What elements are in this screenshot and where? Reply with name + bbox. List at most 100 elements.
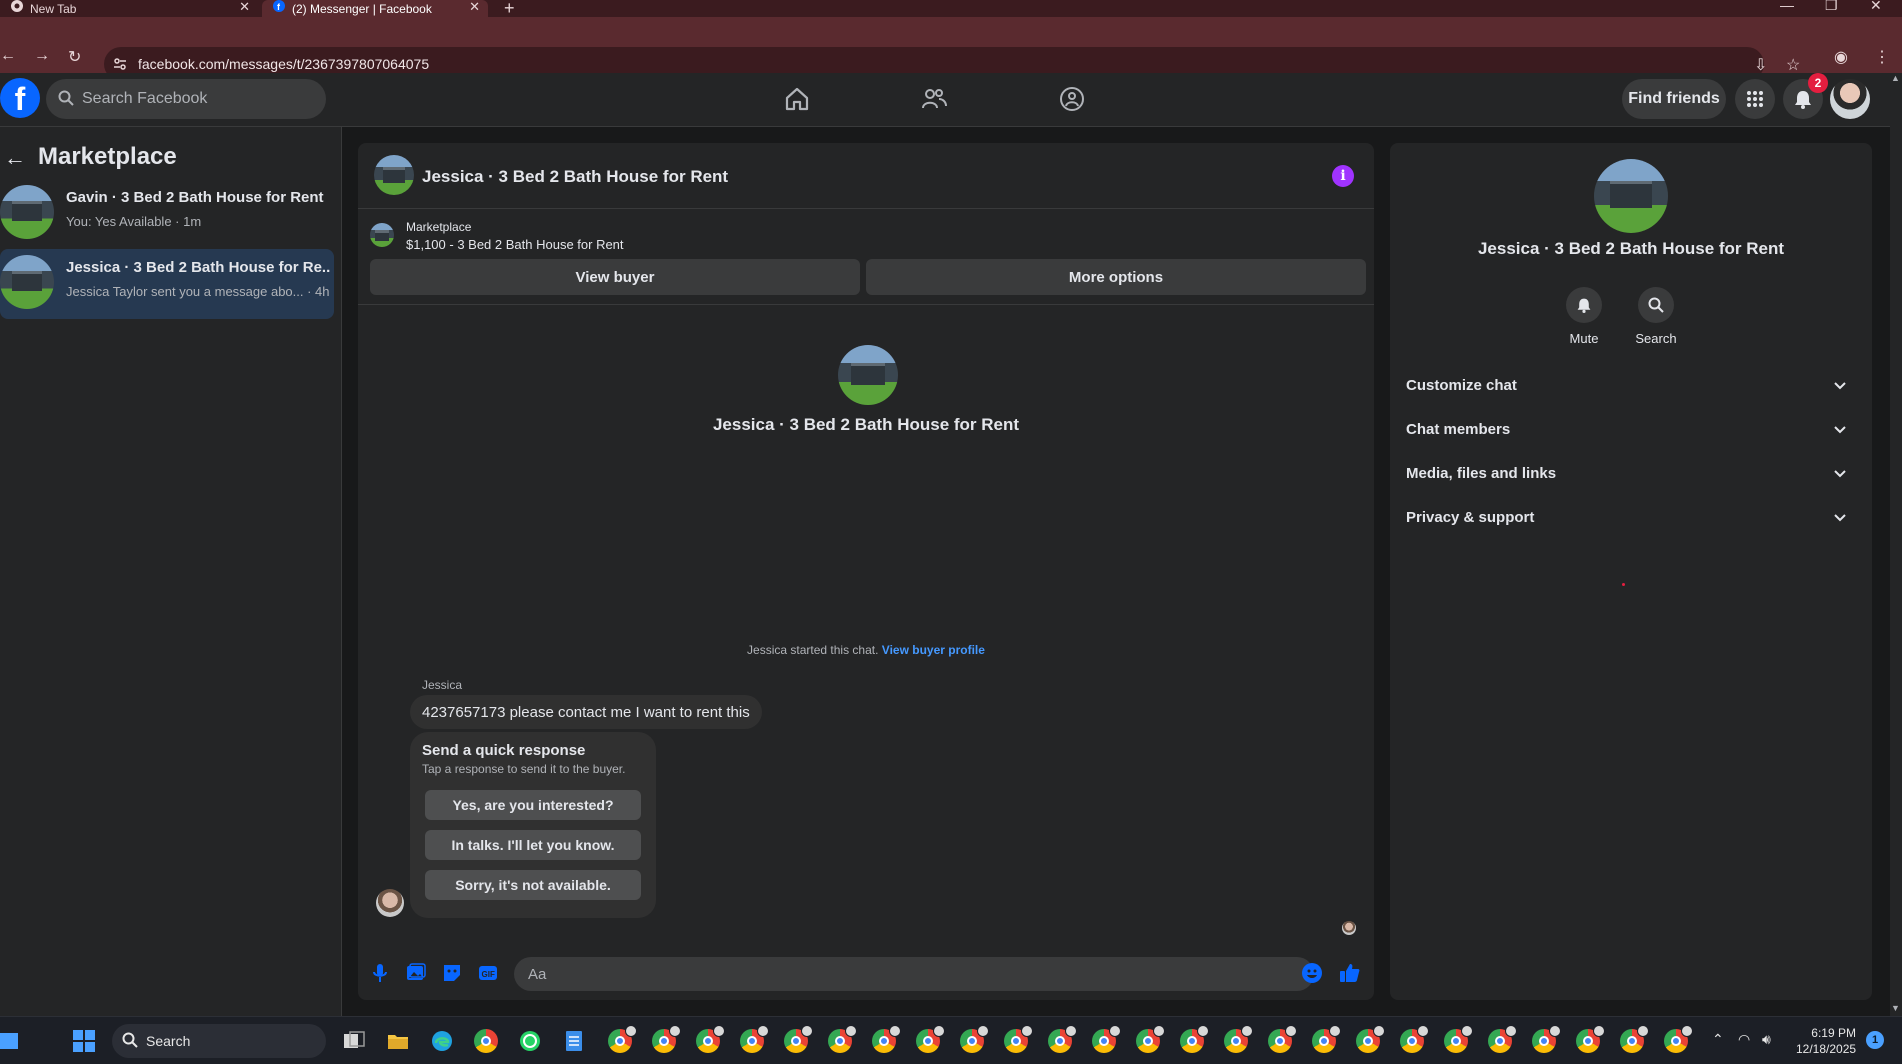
- task-view-edge-icon[interactable]: [0, 1029, 20, 1053]
- emoji-icon[interactable]: [1300, 961, 1324, 985]
- close-tab-icon[interactable]: ✕: [239, 0, 250, 15]
- thumbs-up-icon[interactable]: [1338, 961, 1362, 985]
- chat-members-section[interactable]: Chat members: [1406, 409, 1856, 449]
- wifi-icon[interactable]: ◠: [1738, 1031, 1750, 1048]
- marketplace-label: Marketplace: [406, 220, 472, 234]
- more-options-button[interactable]: More options: [866, 259, 1366, 295]
- chrome-profile-icon[interactable]: [696, 1025, 725, 1053]
- notification-center-badge[interactable]: 1: [1866, 1031, 1884, 1049]
- account-avatar[interactable]: [1830, 79, 1870, 119]
- privacy-support-section[interactable]: Privacy & support: [1406, 497, 1856, 537]
- close-tab-icon[interactable]: ✕: [469, 0, 480, 15]
- task-view-icon[interactable]: [342, 1029, 366, 1053]
- friends-icon[interactable]: [920, 85, 948, 113]
- whatsapp-icon[interactable]: [518, 1029, 542, 1053]
- browser-tab-new-tab[interactable]: New Tab ✕: [0, 0, 258, 17]
- customize-chat-section[interactable]: Customize chat: [1406, 365, 1856, 405]
- search-facebook-input[interactable]: Search Facebook: [46, 79, 326, 119]
- forward-icon[interactable]: →: [34, 47, 50, 65]
- chrome-profile-icon[interactable]: [1356, 1025, 1385, 1053]
- menu-kebab-icon[interactable]: ⋮: [1874, 47, 1890, 67]
- taskbar-search[interactable]: Search: [112, 1024, 326, 1058]
- facebook-logo-icon[interactable]: f: [0, 78, 40, 118]
- chrome-profile-icon[interactable]: [652, 1025, 681, 1053]
- chrome-taskbar-icon[interactable]: [474, 1029, 498, 1053]
- chrome-profile-icon[interactable]: [1576, 1025, 1605, 1053]
- view-buyer-button[interactable]: View buyer: [370, 259, 860, 295]
- site-info-icon[interactable]: [112, 56, 128, 72]
- started-text: Jessica started this chat.: [747, 643, 879, 657]
- home-icon[interactable]: [783, 85, 811, 113]
- minimize-icon[interactable]: —: [1780, 0, 1794, 13]
- volume-icon[interactable]: 🔊︎: [1762, 1031, 1771, 1048]
- sticker-icon[interactable]: [440, 961, 464, 985]
- chrome-profile-icon[interactable]: [1620, 1025, 1649, 1053]
- chrome-profile-icon[interactable]: [740, 1025, 769, 1053]
- chrome-profile-icon[interactable]: [1488, 1025, 1517, 1053]
- info-icon[interactable]: i: [1332, 165, 1354, 187]
- photo-icon[interactable]: [404, 961, 428, 985]
- chrome-profile-icon[interactable]: [1092, 1025, 1121, 1053]
- media-files-links-section[interactable]: Media, files and links: [1406, 453, 1856, 493]
- chrome-profile-icon[interactable]: [960, 1025, 989, 1053]
- chrome-profile-icon[interactable]: [872, 1025, 901, 1053]
- mute-button[interactable]: Mute: [1554, 287, 1614, 346]
- reload-icon[interactable]: ↻: [68, 47, 81, 67]
- quick-response-button[interactable]: Yes, are you interested?: [425, 790, 641, 820]
- chrome-profile-icon[interactable]: [1136, 1025, 1165, 1053]
- browser-tab-messenger[interactable]: f (2) Messenger | Facebook ✕: [262, 0, 488, 17]
- windows-taskbar: Search ⌃ ◠ 🔊︎ 6:19 PM 12/18/2025 1: [0, 1016, 1902, 1064]
- find-friends-button[interactable]: Find friends: [1622, 79, 1726, 119]
- chrome-profile-icon[interactable]: [1180, 1025, 1209, 1053]
- chrome-profile-icon[interactable]: [1048, 1025, 1077, 1053]
- edge-browser-icon[interactable]: [430, 1029, 454, 1053]
- chrome-profile-icon[interactable]: [916, 1025, 945, 1053]
- bookmark-star-icon[interactable]: ☆: [1786, 55, 1800, 75]
- chrome-profile-icon[interactable]: [828, 1025, 857, 1053]
- chrome-profile-icon[interactable]: [1532, 1025, 1561, 1053]
- notepad-icon[interactable]: [562, 1029, 586, 1053]
- gif-icon[interactable]: GIF: [476, 961, 500, 985]
- install-app-icon[interactable]: ⇩: [1754, 55, 1767, 75]
- show-hidden-icons-chevron-icon[interactable]: ⌃: [1712, 1031, 1724, 1048]
- scroll-down-icon[interactable]: ▼: [1891, 1003, 1900, 1013]
- chat-title[interactable]: Jessica · 3 Bed 2 Bath House for Rent: [422, 167, 728, 187]
- details-title: Jessica · 3 Bed 2 Bath House for Rent: [1477, 239, 1785, 258]
- microphone-icon[interactable]: [368, 961, 392, 985]
- quick-response-button[interactable]: In talks. I'll let you know.: [425, 830, 641, 860]
- chrome-profile-icon[interactable]: [784, 1025, 813, 1053]
- chevron-down-icon: [1834, 470, 1846, 478]
- chrome-profile-icon[interactable]: [1444, 1025, 1473, 1053]
- view-buyer-profile-link[interactable]: View buyer profile: [882, 643, 985, 657]
- back-arrow-icon[interactable]: ←: [4, 145, 26, 171]
- chrome-profile-icon[interactable]: [1224, 1025, 1253, 1053]
- system-clock[interactable]: 6:19 PM 12/18/2025: [1796, 1025, 1856, 1057]
- quick-response-button[interactable]: Sorry, it's not available.: [425, 870, 641, 900]
- file-explorer-icon[interactable]: [386, 1029, 410, 1053]
- message-input[interactable]: Aa: [514, 957, 1314, 991]
- windows-start-icon[interactable]: [72, 1029, 96, 1053]
- listing-title[interactable]: $1,100 - 3 Bed 2 Bath House for Rent: [406, 237, 624, 252]
- message-composer: GIF Aa: [358, 949, 1374, 999]
- chat-avatar[interactable]: [374, 155, 414, 195]
- menu-button[interactable]: [1735, 79, 1775, 119]
- chrome-profile-icon[interactable]: [1312, 1025, 1341, 1053]
- chrome-profile-icon[interactable]: [1004, 1025, 1033, 1053]
- conversation-item-active[interactable]: Jessica · 3 Bed 2 Bath House for Re... J…: [0, 249, 334, 319]
- chrome-profile-icon-active[interactable]: [1664, 1025, 1693, 1053]
- scroll-up-icon[interactable]: ▲: [1891, 73, 1900, 83]
- chat-details-panel: Jessica · 3 Bed 2 Bath House for Rent Mu…: [1390, 143, 1872, 1000]
- restore-icon[interactable]: ❐: [1825, 0, 1838, 14]
- profile-icon[interactable]: ◉: [1834, 47, 1848, 67]
- tab-title: (2) Messenger | Facebook: [292, 1, 432, 16]
- back-icon[interactable]: ←: [0, 47, 16, 65]
- close-window-icon[interactable]: ✕: [1870, 0, 1882, 14]
- page-scrollbar[interactable]: ▲ ▼: [1890, 73, 1902, 1016]
- chrome-profile-icon[interactable]: [1400, 1025, 1429, 1053]
- conversation-item[interactable]: Gavin · 3 Bed 2 Bath House for Rent You:…: [0, 179, 334, 249]
- search-in-chat-button[interactable]: Search: [1626, 287, 1686, 346]
- chrome-profile-icon[interactable]: [608, 1025, 637, 1053]
- chrome-profile-icon[interactable]: [1268, 1025, 1297, 1053]
- chrome-icon: [11, 0, 23, 12]
- groups-icon[interactable]: [1058, 85, 1086, 113]
